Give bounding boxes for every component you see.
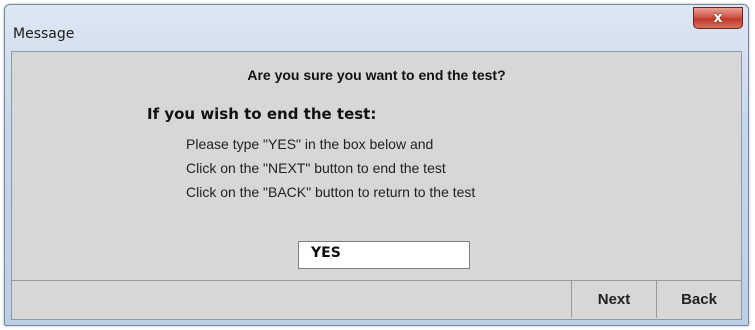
confirm-text-input[interactable]: YES (298, 241, 470, 269)
back-button[interactable]: Back (656, 281, 741, 318)
button-bar: Next Back (12, 280, 741, 319)
dialog-content: Are you sure you want to end the test? I… (11, 51, 742, 320)
confirmation-question: Are you sure you want to end the test? (247, 67, 506, 83)
instruction-line: Click on the "NEXT" button to end the te… (186, 160, 446, 176)
window-title: Message (13, 26, 75, 42)
message-dialog-window: Message x Are you sure you want to end t… (4, 4, 749, 326)
next-button[interactable]: Next (571, 281, 656, 318)
title-bar[interactable]: Message x (5, 5, 748, 51)
instruction-line: Click on the "BACK" button to return to … (186, 184, 476, 200)
instruction-line: Please type "YES" in the box below and (186, 136, 434, 152)
close-icon: x (713, 10, 723, 26)
instructions-heading: If you wish to end the test: (147, 105, 377, 123)
close-button[interactable]: x (693, 7, 743, 29)
